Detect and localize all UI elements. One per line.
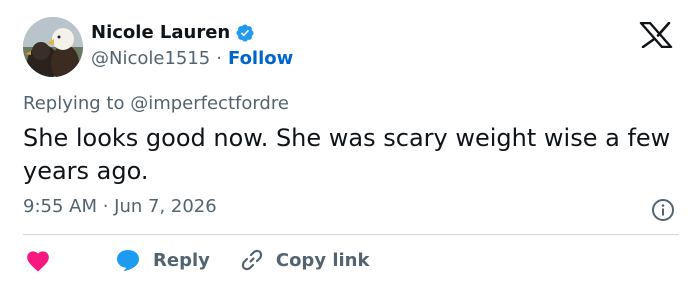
author-name[interactable]: Nicole Lauren (91, 22, 230, 43)
info-icon[interactable] (651, 198, 675, 222)
heart-icon (27, 251, 49, 272)
follow-button[interactable]: Follow (228, 48, 293, 69)
tweet-text: She looks good now. She was scary weight… (23, 124, 671, 185)
tweet-timestamp[interactable]: 9:55 AM · Jun 7, 2026 (23, 196, 217, 217)
x-logo-icon[interactable] (636, 22, 676, 48)
separator-dot: · (216, 48, 222, 69)
reply-button[interactable]: Reply (115, 248, 210, 272)
avatar[interactable] (23, 17, 83, 77)
action-bar: Reply Copy link (23, 245, 369, 275)
copy-link-button[interactable]: Copy link (240, 248, 370, 272)
verified-badge-icon (236, 23, 254, 42)
reply-label: Reply (153, 249, 210, 271)
copy-link-label: Copy link (275, 249, 370, 271)
author-handle-row: @Nicole1515 · Follow (91, 48, 293, 69)
eagle-avatar-icon (23, 17, 83, 77)
like-button[interactable] (23, 245, 53, 275)
author-name-row: Nicole Lauren (91, 22, 255, 43)
replying-to[interactable]: Replying to @imperfectfordre (23, 93, 289, 114)
author-handle[interactable]: @Nicole1515 (91, 48, 210, 69)
divider (23, 234, 679, 235)
speech-bubble-icon (117, 250, 139, 271)
link-icon (241, 249, 263, 271)
